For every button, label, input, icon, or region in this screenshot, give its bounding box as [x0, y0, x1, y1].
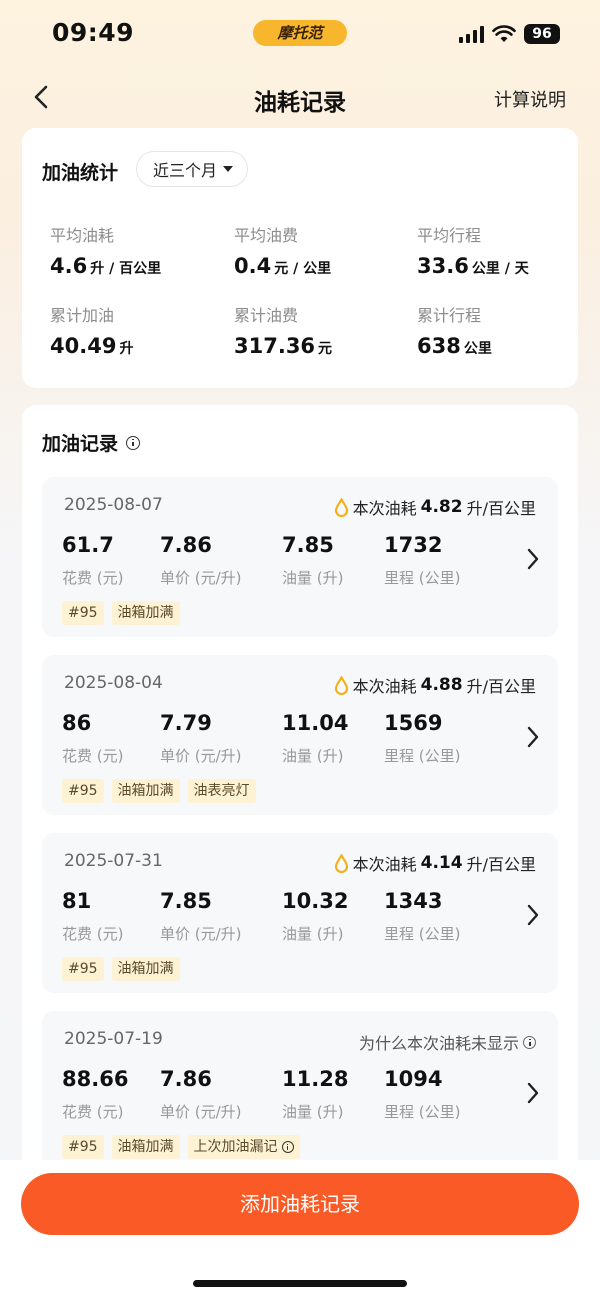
home-indicator[interactable]	[193, 1280, 407, 1287]
record-mileage: 1569 里程 (公里)	[384, 711, 461, 765]
status-icons: 96	[459, 22, 560, 46]
stats-title: 加油统计	[42, 162, 119, 184]
record-cost: 61.7 花费 (元)	[62, 533, 124, 587]
stat-total-distance: 累计行程 638 公里	[417, 302, 587, 358]
status-time: 09:49	[52, 18, 135, 47]
stat-label: 平均行程	[417, 226, 482, 245]
calculation-help-link[interactable]: 计算说明	[494, 86, 566, 112]
record-price: 7.85 单价 (元/升)	[160, 889, 242, 943]
record-cost: 86 花费 (元)	[62, 711, 124, 765]
stat-value: 33.6	[417, 254, 469, 278]
battery-icon: 96	[524, 24, 560, 44]
stat-unit: 升	[119, 341, 134, 357]
record-tags: #95 油箱加满	[62, 957, 180, 981]
record-mileage: 1343 里程 (公里)	[384, 889, 461, 943]
nav-bar: 油耗记录 计算说明	[0, 66, 600, 128]
tag: 油箱加满	[111, 1135, 180, 1159]
chevron-right-icon[interactable]	[526, 903, 540, 927]
record-date: 2025-08-07	[64, 495, 163, 515]
record-consumption: 本次油耗 4.88 升/百公里	[334, 673, 536, 697]
tag: #95	[62, 779, 104, 803]
stat-label: 累计加油	[50, 306, 115, 325]
record-tags: #95 油箱加满 油表亮灯	[62, 779, 256, 803]
chevron-right-icon[interactable]	[526, 1081, 540, 1105]
tag-with-info[interactable]: 上次加油漏记	[187, 1135, 300, 1159]
info-icon[interactable]	[126, 435, 141, 450]
records-title-text: 加油记录	[42, 433, 119, 455]
cellular-signal-icon	[459, 25, 484, 43]
add-record-button[interactable]: 添加油耗记录	[21, 1173, 579, 1235]
stat-unit: 元 / 公里	[274, 261, 332, 277]
brand-badge[interactable]: 摩托范	[253, 20, 347, 46]
record-volume: 11.04 油量 (升)	[282, 711, 349, 765]
tag: 油箱加满	[111, 957, 180, 981]
status-bar: 09:49 摩托范 96	[0, 0, 600, 66]
record-card[interactable]: 2025-07-31 本次油耗 4.14 升/百公里 81 花费 (元) 7.85 单价…	[42, 833, 558, 993]
stat-avg-consumption: 平均油耗 4.6 升 / 百公里	[50, 222, 220, 278]
bottom-bar: 添加油耗记录	[0, 1160, 600, 1298]
stat-unit: 升 / 百公里	[90, 261, 162, 277]
wifi-icon	[492, 25, 516, 42]
refuel-records-panel: 加油记录 2025-08-07 本次油耗 4.82 升/百公里 61.7 花费 (元)…	[22, 405, 578, 1171]
record-volume: 7.85 油量 (升)	[282, 533, 344, 587]
tag: #95	[62, 957, 104, 981]
stat-value: 317.36	[234, 334, 316, 358]
tag: 油表亮灯	[187, 779, 256, 803]
tag: #95	[62, 1135, 104, 1159]
tag: 油箱加满	[111, 779, 180, 803]
record-date: 2025-07-19	[64, 1029, 163, 1049]
fuel-drop-icon	[334, 675, 348, 695]
record-mileage: 1094 里程 (公里)	[384, 1067, 461, 1121]
record-tags: #95 油箱加满	[62, 601, 180, 625]
record-price: 7.86 单价 (元/升)	[160, 1067, 242, 1121]
caret-down-icon	[223, 166, 234, 172]
stat-value: 0.4	[234, 254, 272, 278]
stat-label: 累计行程	[417, 306, 482, 325]
record-consumption: 本次油耗 4.82 升/百公里	[334, 495, 536, 519]
records-title: 加油记录	[42, 429, 141, 456]
stat-value: 638	[417, 334, 461, 358]
stat-label: 平均油费	[234, 226, 299, 245]
tag: 油箱加满	[111, 601, 180, 625]
chevron-right-icon[interactable]	[526, 725, 540, 749]
chevron-right-icon[interactable]	[526, 547, 540, 571]
stat-avg-distance: 平均行程 33.6 公里 / 天	[417, 222, 587, 278]
record-cost: 81 花费 (元)	[62, 889, 124, 943]
stat-total-cost: 累计油费 317.36 元	[234, 302, 404, 358]
info-icon	[523, 1035, 536, 1049]
period-dropdown[interactable]: 近三个月	[136, 151, 249, 187]
stat-avg-cost: 平均油费 0.4 元 / 公里	[234, 222, 404, 278]
record-date: 2025-08-04	[64, 673, 163, 693]
stat-value: 40.49	[50, 334, 117, 358]
stat-unit: 公里 / 天	[471, 261, 529, 277]
record-tags: #95 油箱加满 上次加油漏记	[62, 1135, 300, 1159]
record-volume: 11.28 油量 (升)	[282, 1067, 349, 1121]
period-value: 近三个月	[153, 161, 218, 180]
stat-unit: 元	[318, 341, 333, 357]
fuel-drop-icon	[334, 853, 348, 873]
stat-label: 平均油耗	[50, 226, 115, 245]
info-icon	[281, 1141, 294, 1153]
tag: #95	[62, 601, 104, 625]
record-date: 2025-07-31	[64, 851, 163, 871]
missing-consumption-help[interactable]: 为什么本次油耗未显示	[359, 1030, 536, 1054]
record-price: 7.79 单价 (元/升)	[160, 711, 242, 765]
fuel-drop-icon	[334, 497, 348, 517]
stat-total-fuel: 累计加油 40.49 升	[50, 302, 220, 358]
record-consumption: 本次油耗 4.14 升/百公里	[334, 851, 536, 875]
stat-value: 4.6	[50, 254, 88, 278]
record-card[interactable]: 2025-08-07 本次油耗 4.82 升/百公里 61.7 花费 (元) 7.86…	[42, 477, 558, 637]
refuel-stats-card: 加油统计 近三个月 平均油耗 4.6 升 / 百公里 平均油费 0.4 元 / 公里…	[22, 128, 578, 388]
record-mileage: 1732 里程 (公里)	[384, 533, 461, 587]
stat-unit: 公里	[463, 341, 492, 357]
record-card[interactable]: 2025-07-19 为什么本次油耗未显示 88.66 花费 (元) 7.86 单价…	[42, 1011, 558, 1171]
record-card[interactable]: 2025-08-04 本次油耗 4.88 升/百公里 86 花费 (元) 7.79 单价…	[42, 655, 558, 815]
record-price: 7.86 单价 (元/升)	[160, 533, 242, 587]
stat-label: 累计油费	[234, 306, 299, 325]
record-cost: 88.66 花费 (元)	[62, 1067, 129, 1121]
record-volume: 10.32 油量 (升)	[282, 889, 349, 943]
